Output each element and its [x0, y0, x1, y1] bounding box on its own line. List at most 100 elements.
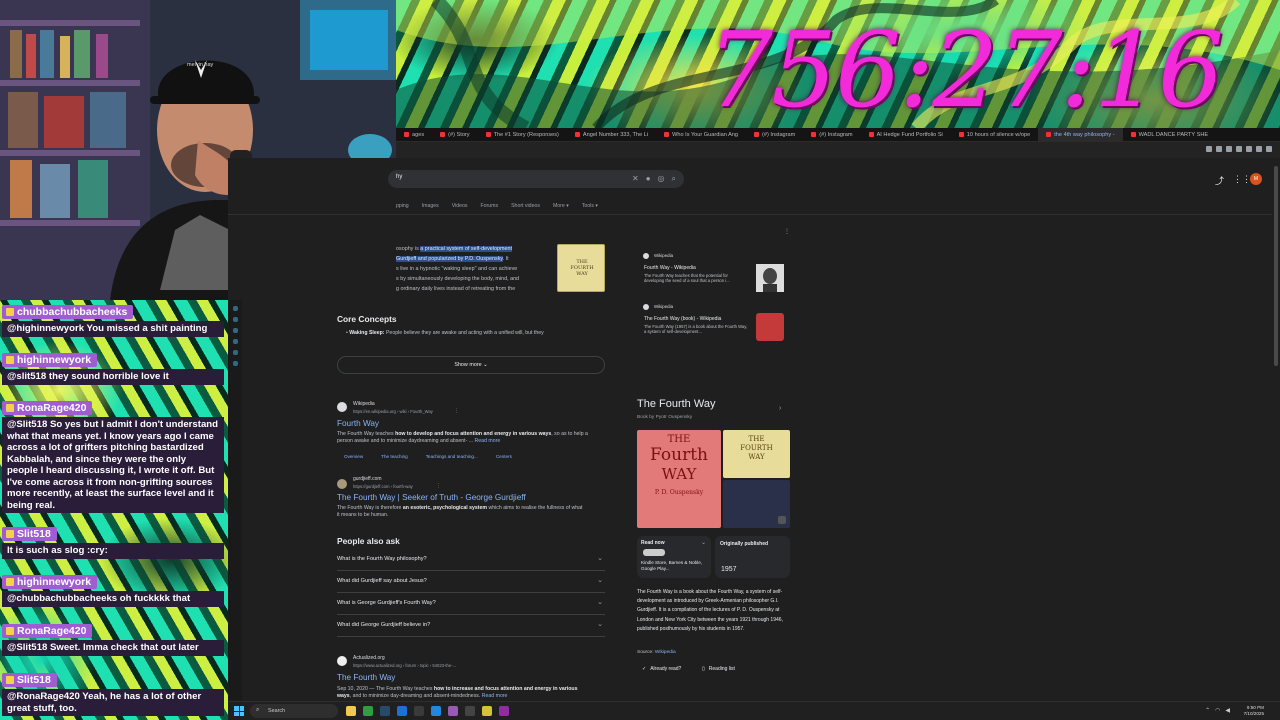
chevron-down-icon: ⌄ [597, 621, 603, 628]
badge-icon [6, 676, 14, 685]
ai-ref-card[interactable]: Wikipedia The Fourth Way (book) - Wikipe… [638, 301, 788, 347]
browser-tab[interactable]: (#) Instagram [803, 128, 860, 141]
filter-tab[interactable]: Videos [452, 203, 468, 209]
paa-question[interactable]: What did Gurdjieff say about Jesus? ⌄ [337, 571, 605, 593]
extension-icon[interactable] [1216, 146, 1222, 152]
browser-tab[interactable]: 10 hours of silence w/ope [951, 128, 1038, 141]
paa-question[interactable]: What is the Fourth Way philosophy? ⌄ [337, 549, 605, 571]
bookmark-icon[interactable] [1206, 146, 1212, 152]
file-explorer-icon[interactable] [346, 706, 356, 716]
ai-overview-book-image[interactable]: THE FOURTH WAY [557, 244, 605, 292]
taskbar-clock[interactable]: 9:50 PM 7/10/2025 [1244, 705, 1264, 717]
subathon-timer: 756:27:16 [706, 9, 1224, 128]
filter-tab[interactable]: More ▾ [553, 203, 569, 209]
sitelink-chip[interactable]: Overview [344, 454, 363, 459]
download-icon[interactable] [1236, 146, 1242, 152]
kp-book-cover-main[interactable]: THE Fourth WAY P. D. Ouspensky [637, 430, 721, 528]
steam-icon[interactable] [380, 706, 390, 716]
search-icon[interactable]: ⌕ [672, 174, 676, 184]
app-icon[interactable] [232, 328, 238, 333]
already-read-button[interactable]: ✓ Already read? [642, 666, 681, 672]
app-icon[interactable] [232, 350, 238, 355]
xbox-icon[interactable] [363, 706, 373, 716]
expand-image-icon[interactable] [778, 516, 786, 524]
kp-book-cover-alt[interactable]: THE FOURTH WAY [723, 430, 790, 478]
app-icon[interactable] [232, 306, 238, 311]
app-icon[interactable] [448, 706, 458, 716]
browser-tab[interactable]: WADL DANCE PARTY SHE [1123, 128, 1217, 141]
taskbar-search-box[interactable]: ⌕ Search [250, 704, 338, 718]
play-icon[interactable] [1226, 146, 1232, 152]
tab-label: ages [412, 131, 425, 138]
filter-tab[interactable]: Short videos [511, 203, 540, 209]
chat-username[interactable]: highinnewyork [2, 575, 98, 589]
browser-tab[interactable]: (#) Story [432, 128, 477, 141]
account-avatar[interactable]: M [1250, 173, 1262, 185]
app-icon[interactable] [414, 706, 424, 716]
chat-username[interactable]: RonaRage420 [2, 624, 93, 638]
browser-tab[interactable]: the 4th way philosophy - [1038, 128, 1123, 141]
app-icon[interactable] [232, 317, 238, 322]
page-scrollbar[interactable] [1272, 158, 1280, 701]
chevron-up-icon[interactable]: ⌃ [1205, 707, 1210, 714]
sitelink-chip[interactable]: Teachings and teaching... [426, 454, 478, 459]
profile-icon[interactable] [1256, 146, 1262, 152]
wifi-icon[interactable]: ◠ [1215, 707, 1220, 714]
volume-icon[interactable]: ◀ [1225, 707, 1230, 714]
more-options-icon[interactable]: ⋮ [436, 483, 441, 489]
show-more-button[interactable]: Show more ⌄ [337, 356, 605, 374]
app-icon[interactable] [431, 706, 441, 716]
filter-tab[interactable]: Tools ▾ [582, 203, 598, 209]
kp-title: The Fourth Way [637, 398, 716, 410]
app-icon[interactable] [397, 706, 407, 716]
extension-icon[interactable] [1246, 146, 1252, 152]
app-icon[interactable] [465, 706, 475, 716]
search-box[interactable]: hy ✕ ● ◎ ⌕ [388, 170, 684, 188]
app-icon[interactable] [499, 706, 509, 716]
filter-tab[interactable]: Images [422, 203, 439, 209]
more-options-icon[interactable]: ⋮ [454, 408, 459, 414]
chat-username[interactable]: RonaRage420 [2, 401, 93, 415]
browser-tab[interactable]: Angel Number 333, The Li [567, 128, 656, 141]
browser-tab[interactable]: ages [396, 128, 432, 141]
browser-tab[interactable]: AI Hedge Fund Portfolio Si [861, 128, 951, 141]
browser-tab[interactable]: The #1 Story (Responses) [478, 128, 567, 141]
scrollbar-thumb[interactable] [1274, 166, 1278, 366]
result-title-link[interactable]: Fourth Way [337, 419, 379, 428]
app-icon[interactable] [482, 706, 492, 716]
chat-username[interactable]: Slit518 [2, 527, 57, 541]
result-title-link[interactable]: The Fourth Way | Seeker of Truth - Georg… [337, 493, 526, 502]
kp-book-cover-third[interactable] [723, 480, 790, 528]
badge-icon [6, 356, 14, 365]
windows-start-icon[interactable] [234, 706, 244, 716]
share-icon[interactable]: ⤴ [1215, 174, 1224, 187]
clear-icon[interactable]: ✕ [632, 174, 639, 184]
sitelink-chip[interactable]: The teaching [381, 454, 408, 459]
chat-username[interactable]: Slit518 [2, 673, 57, 687]
app-icon[interactable] [232, 361, 238, 366]
chat-username[interactable]: highinnewyork [2, 353, 98, 367]
ai-ref-card[interactable]: Wikipedia Fourth Way - Wikipedia The Fou… [638, 250, 788, 296]
browser-tab[interactable]: Who Is Your Guardian Ang [656, 128, 746, 141]
paa-question[interactable]: What is George Gurdjieff's Fourth Way? ⌄ [337, 593, 605, 615]
mic-icon[interactable]: ● [646, 174, 651, 184]
result-title-link[interactable]: The Fourth Way [337, 673, 395, 682]
filter-tab[interactable]: pping [396, 203, 409, 209]
read-now-card[interactable]: Read now ⌄ Kindle Store, Barnes & Noble,… [637, 536, 711, 578]
filter-tab[interactable]: Forums [481, 203, 499, 209]
chevron-right-icon[interactable]: › [779, 405, 781, 412]
chat-username[interactable]: chubbachubbacheeks [2, 305, 134, 319]
lens-icon[interactable]: ◎ [658, 174, 665, 184]
browser-tab[interactable]: (#) Instagram [746, 128, 803, 141]
apps-grid-icon[interactable]: ⋮⋮ [1233, 174, 1251, 185]
reading-list-button[interactable]: ▯ Reading list [702, 666, 735, 672]
kp-source: Source: Wikipedia [637, 650, 676, 655]
app-icon[interactable] [232, 339, 238, 344]
sitelink-chip[interactable]: Centers [496, 454, 512, 459]
google-results-page: hy ✕ ● ◎ ⌕ ⤴ ⋮⋮ M pping Images Videos Forum… [228, 158, 1280, 701]
paa-question[interactable]: What did George Gurdjieff believe in? ⌄ [337, 615, 605, 637]
search-input[interactable]: hy [396, 174, 402, 180]
more-options-icon[interactable]: ⋮ [784, 228, 790, 235]
chat-message-text: @chubbachubbacheeks oh fuckkkk that [2, 591, 224, 607]
menu-icon[interactable] [1266, 146, 1272, 152]
